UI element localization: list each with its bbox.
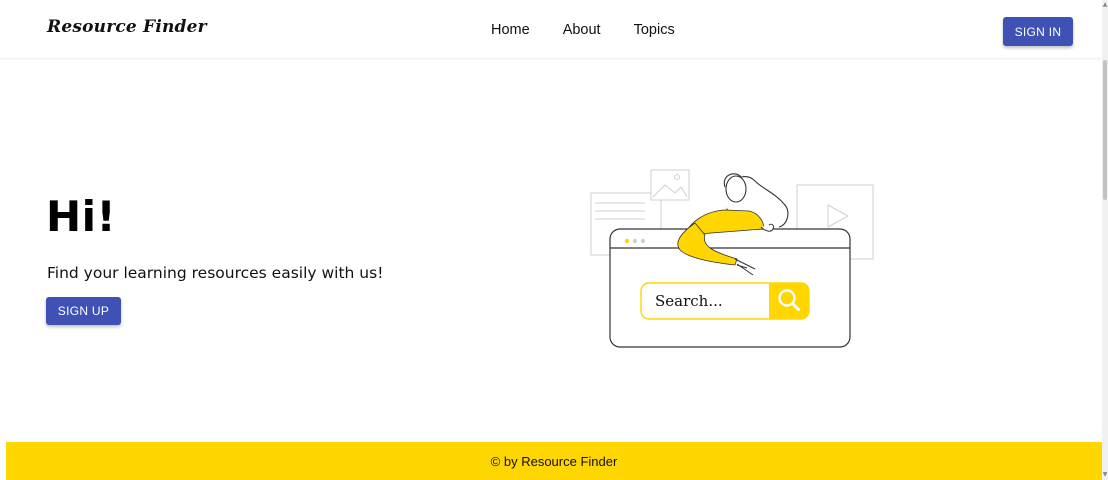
nav-link-home[interactable]: Home bbox=[491, 22, 530, 38]
search-illustration: Search... bbox=[590, 169, 874, 348]
footer-text: © by Resource Finder bbox=[490, 453, 618, 469]
illustration-search-text: Search... bbox=[655, 292, 723, 310]
page-scrollbar[interactable]: ▲ ▼ bbox=[1102, 0, 1108, 480]
sign-in-button[interactable]: SIGN IN bbox=[1003, 17, 1073, 46]
nav-link-about[interactable]: About bbox=[563, 22, 601, 38]
app-header: Resource Finder Home About Topics SIGN I… bbox=[0, 0, 1102, 58]
hero-tagline: Find your learning resources easily with… bbox=[47, 264, 384, 282]
page: Resource Finder Home About Topics SIGN I… bbox=[0, 0, 1102, 480]
scroll-up-icon[interactable]: ▲ bbox=[1102, 2, 1108, 8]
image-illustration bbox=[650, 169, 690, 201]
hero-title: Hi! bbox=[46, 192, 117, 241]
app-footer: © by Resource Finder bbox=[6, 442, 1102, 480]
sign-up-button[interactable]: SIGN UP bbox=[46, 297, 121, 325]
scroll-down-icon[interactable]: ▼ bbox=[1102, 472, 1108, 478]
scrollbar-thumb[interactable] bbox=[1103, 60, 1107, 200]
illustration-search-bar: Search... bbox=[640, 282, 810, 320]
main-nav: Home About Topics bbox=[491, 22, 675, 38]
brand-logo[interactable]: Resource Finder bbox=[47, 17, 207, 37]
nav-link-topics[interactable]: Topics bbox=[634, 22, 675, 38]
